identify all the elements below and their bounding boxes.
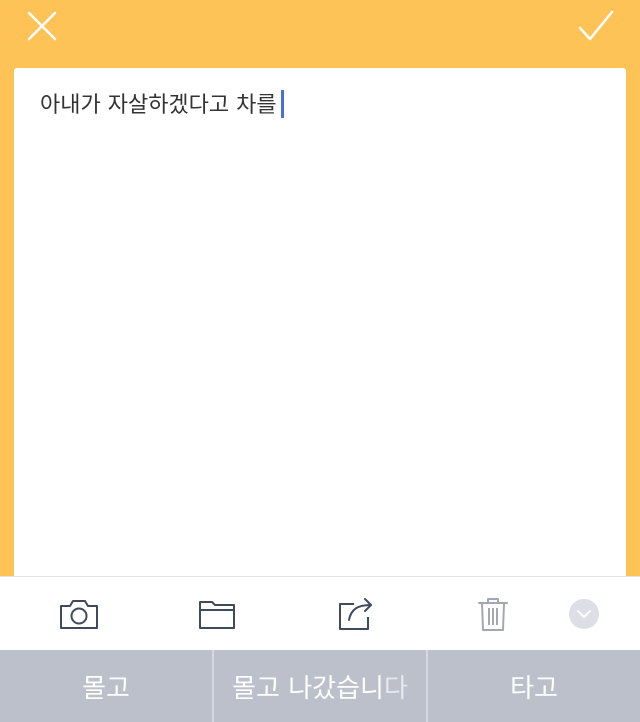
checkmark-icon	[578, 10, 614, 41]
text-cursor	[280, 90, 284, 118]
share-icon	[339, 598, 372, 630]
share-button[interactable]	[334, 595, 378, 633]
delete-button[interactable]	[471, 595, 515, 633]
keyboard-suggestion-bar: 몰고 몰고 나갔습니 다 타고	[0, 650, 640, 722]
confirm-button[interactable]	[574, 6, 618, 46]
header-bar	[0, 0, 640, 52]
suggestion-right-label: 타고	[510, 673, 558, 704]
chevron-down-icon	[569, 599, 599, 629]
suggestion-center[interactable]: 몰고 나갔습니 다	[212, 650, 426, 722]
suggestion-left-label: 몰고	[82, 673, 130, 704]
folder-icon	[199, 601, 235, 629]
camera-button[interactable]	[57, 595, 101, 633]
collapse-toolbar-button[interactable]	[562, 595, 606, 633]
folder-button[interactable]	[195, 595, 239, 633]
close-icon	[27, 11, 57, 41]
close-button[interactable]	[20, 6, 64, 46]
suggestion-center-faded: 다	[383, 673, 408, 704]
note-editor[interactable]: 아내가 자살하겠다고 차를	[14, 68, 626, 608]
trash-icon	[478, 598, 508, 631]
suggestion-left[interactable]: 몰고	[0, 650, 212, 722]
note-text: 아내가 자살하겠다고 차를	[40, 93, 277, 118]
suggestion-center-label: 몰고 나갔습니	[232, 673, 384, 704]
note-text-line[interactable]: 아내가 자살하겠다고 차를	[40, 90, 284, 121]
camera-icon	[60, 600, 98, 629]
editor-toolbar	[0, 576, 640, 650]
suggestion-right[interactable]: 타고	[426, 650, 640, 722]
